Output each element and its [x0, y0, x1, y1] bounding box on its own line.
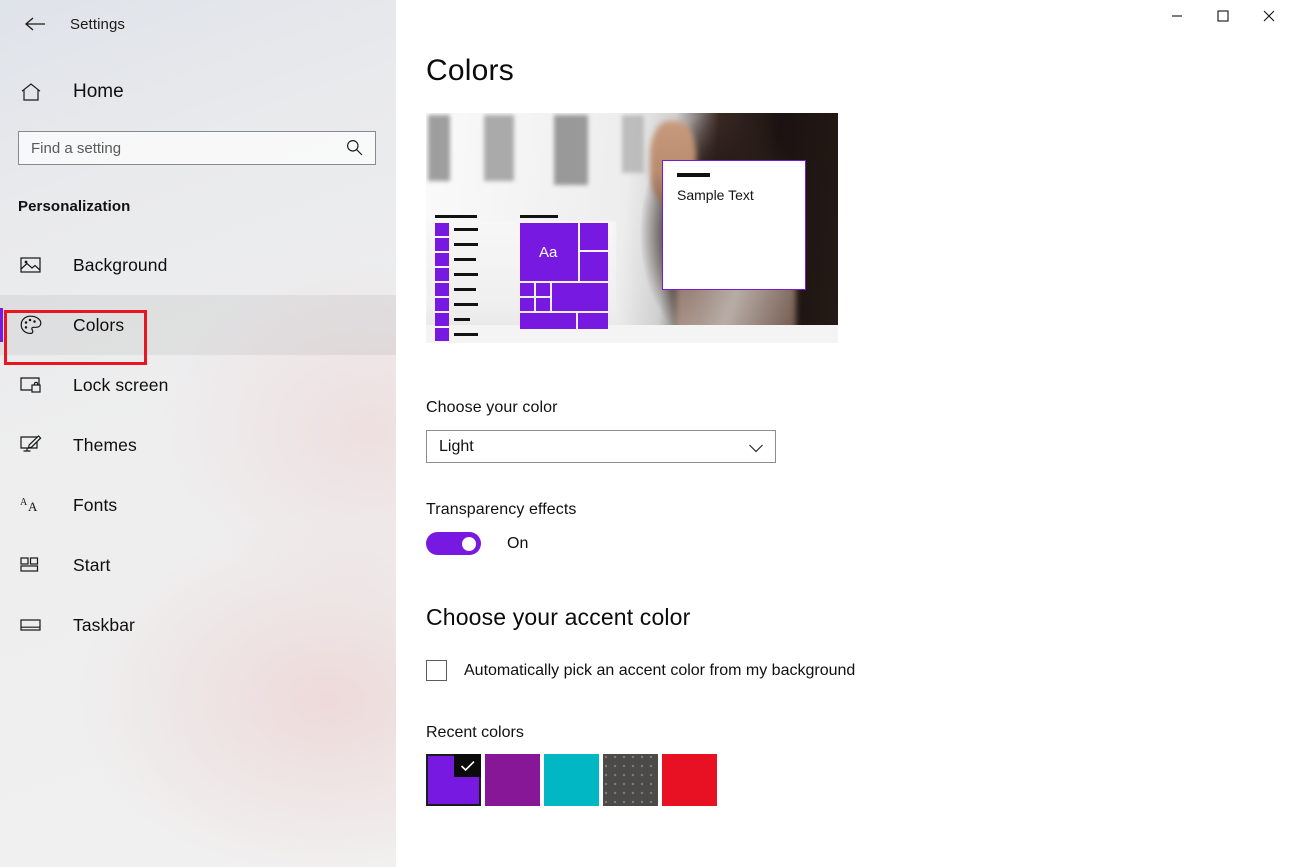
svg-text:A: A [28, 499, 38, 514]
sidebar-item-themes[interactable]: Themes [0, 415, 396, 475]
page-title: Colors [426, 54, 514, 87]
home-label: Home [73, 81, 124, 102]
sidebar-item-label: Start [73, 554, 111, 575]
sidebar-item-background[interactable]: Background [0, 235, 396, 295]
themes-icon [20, 435, 48, 455]
sidebar-item-label: Themes [73, 434, 137, 455]
toggle-knob [462, 536, 476, 551]
color-swatch[interactable] [662, 754, 717, 806]
accent-section-heading: Choose your accent color [426, 604, 691, 630]
sidebar-item-label: Fonts [73, 494, 118, 515]
choose-color-value: Light [439, 437, 474, 455]
choose-color-label: Choose your color [426, 399, 558, 416]
settings-window: Settings Home Personalization [0, 0, 1292, 867]
sidebar-titlebar: Settings [0, 0, 396, 48]
sidebar: Settings Home Personalization [0, 0, 396, 867]
preview-sample-window: Sample Text [662, 160, 806, 290]
minimize-button[interactable] [1154, 0, 1200, 32]
color-swatch[interactable] [544, 754, 599, 806]
taskbar-icon [20, 618, 48, 632]
color-swatch[interactable] [426, 754, 481, 806]
sidebar-item-home[interactable]: Home [0, 70, 396, 114]
sidebar-item-label: Lock screen [73, 374, 169, 395]
home-icon [20, 82, 50, 102]
chevron-down-icon [748, 441, 764, 459]
sidebar-item-label: Taskbar [73, 614, 135, 635]
palette-icon [20, 315, 48, 335]
transparency-toggle[interactable] [426, 532, 481, 555]
auto-pick-accent-row[interactable]: Automatically pick an accent color from … [426, 660, 1292, 681]
selected-check-notch [454, 754, 481, 777]
sidebar-item-taskbar[interactable]: Taskbar [0, 595, 396, 655]
fonts-icon: A A [20, 496, 48, 514]
back-button[interactable] [14, 8, 56, 40]
color-swatch[interactable] [485, 754, 540, 806]
color-swatch[interactable] [603, 754, 658, 806]
recent-colors-label: Recent colors [426, 724, 524, 741]
choose-color-dropdown[interactable]: Light [426, 430, 776, 463]
svg-text:A: A [20, 497, 28, 508]
main-content: Colors Aa Sample Text Choose your color … [396, 0, 1292, 867]
sidebar-section-title: Personalization [18, 198, 131, 215]
sidebar-nav: Background Colors Lock screen Themes A A… [0, 235, 396, 655]
lock-screen-icon [20, 376, 48, 394]
transparency-state: On [507, 534, 529, 552]
app-title: Settings [70, 15, 125, 33]
recent-colors-swatches [426, 754, 1292, 806]
colors-settings-panel: Colors Aa Sample Text Choose your color … [396, 0, 1292, 806]
picture-icon [20, 256, 48, 274]
window-controls [1154, 0, 1292, 32]
theme-preview: Aa Sample Text [426, 113, 838, 343]
sidebar-item-lock-screen[interactable]: Lock screen [0, 355, 396, 415]
preview-window-titlebar [677, 173, 710, 177]
auto-pick-accent-label: Automatically pick an accent color from … [464, 661, 856, 679]
sidebar-item-start[interactable]: Start [0, 535, 396, 595]
sidebar-item-label: Background [73, 254, 168, 275]
search-container [18, 131, 376, 165]
auto-pick-accent-checkbox[interactable] [426, 660, 447, 681]
preview-sample-text: Sample Text [677, 187, 754, 203]
close-button[interactable] [1246, 0, 1292, 32]
preview-tile-letter: Aa [539, 244, 558, 261]
maximize-button[interactable] [1200, 0, 1246, 32]
start-icon [20, 556, 48, 574]
transparency-label: Transparency effects [426, 501, 577, 518]
search-input[interactable] [18, 131, 376, 165]
transparency-row: On [426, 532, 1292, 555]
preview-start-menu: Aa [432, 215, 626, 341]
sidebar-item-label: Colors [73, 314, 125, 335]
sidebar-item-colors[interactable]: Colors [0, 295, 396, 355]
sidebar-item-fonts[interactable]: A A Fonts [0, 475, 396, 535]
